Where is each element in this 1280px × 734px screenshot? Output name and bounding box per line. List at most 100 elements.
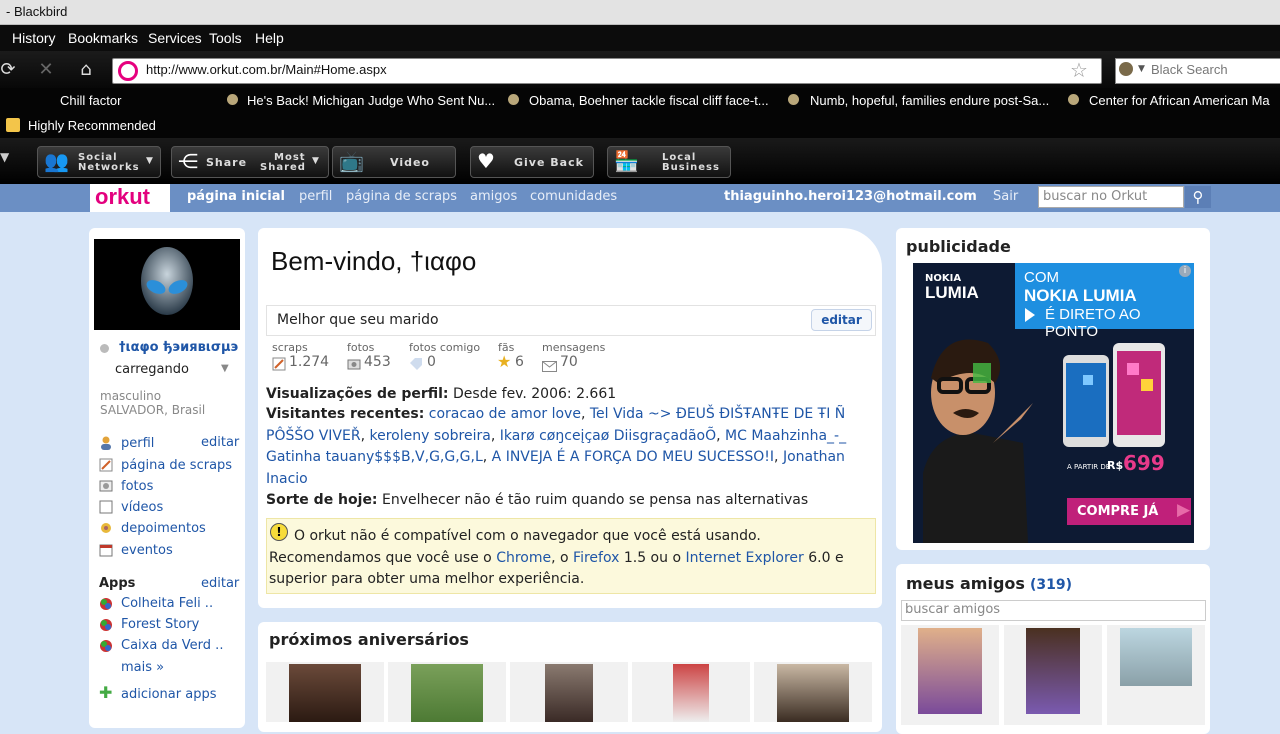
friends-search-input[interactable]: buscar amigos [901, 600, 1206, 621]
ie-link[interactable]: Internet Explorer [685, 550, 803, 566]
menu-bookmarks[interactable]: Bookmarks [68, 30, 138, 46]
ad-price: 699 [1123, 451, 1165, 475]
app-item[interactable]: Colheita Feli .. [121, 596, 213, 611]
stop-icon[interactable]: ✕ [34, 58, 58, 82]
bookmark-item[interactable]: Obama, Boehner tackle fiscal cliff face-… [529, 93, 769, 108]
local-business-button[interactable]: 🏪 Local Business [607, 146, 731, 178]
stat-photos-label: fotos [347, 341, 375, 354]
sidebar-item-profile[interactable]: perfil [121, 436, 154, 451]
social-label-2: Networks [78, 162, 140, 173]
user-email: thiaguinho.heroi123@hotmail.com [724, 189, 977, 204]
stat-messages-value[interactable]: 70 [560, 354, 578, 370]
social-networks-button[interactable]: 👥 Social Networks ▼ [37, 146, 161, 178]
orkut-search-input[interactable]: buscar no Orkut [1038, 186, 1184, 208]
visitor-link[interactable]: coracao de amor love [429, 406, 581, 422]
ad-cta-button[interactable]: COMPRE JÁ ▶ [1067, 498, 1191, 525]
ad-info-icon[interactable]: i [1179, 265, 1191, 277]
bookmark-item[interactable]: He's Back! Michigan Judge Who Sent Nu... [247, 93, 495, 108]
firefox-link[interactable]: Firefox [573, 550, 619, 566]
edit-status-button[interactable]: editar [811, 309, 872, 331]
edit-apps-link[interactable]: editar [201, 576, 239, 591]
friend-card[interactable] [901, 625, 999, 725]
recent-visitors: Visitantes recentes: coracao de amor lov… [266, 406, 847, 487]
birthday-card[interactable] [632, 662, 750, 722]
menu-history[interactable]: History [12, 30, 56, 46]
sidebar-item-videos[interactable]: vídeos [121, 500, 163, 515]
camera-icon [347, 356, 361, 370]
orkut-logo[interactable]: orkut [90, 184, 170, 212]
video-label: Video [390, 156, 430, 169]
birthday-card[interactable] [510, 662, 628, 722]
sidebar-item-scraps[interactable]: página de scraps [121, 458, 232, 473]
share-label: Share [206, 156, 248, 169]
menu-services[interactable]: Services [148, 30, 202, 46]
stat-scraps-value[interactable]: 1.274 [289, 354, 329, 370]
nav-communities[interactable]: comunidades [530, 189, 617, 204]
friend-card[interactable] [1107, 625, 1205, 725]
friend-card[interactable] [1004, 625, 1102, 725]
search-icon[interactable]: ⚲ [1185, 186, 1211, 208]
bookmark-star-icon[interactable]: ☆ [1070, 58, 1088, 82]
nav-friends[interactable]: amigos [470, 189, 517, 204]
reload-icon[interactable]: ⟳ [0, 58, 20, 82]
video-button[interactable]: 📺 Video [332, 146, 456, 178]
birthday-card[interactable] [754, 662, 872, 722]
bookmark-item[interactable]: Chill factor [60, 93, 121, 108]
sidebar-username[interactable]: †ιαφο ђэиявισµэ [119, 340, 238, 355]
apps-title: Apps [99, 576, 136, 591]
site-favicon-icon [118, 61, 138, 81]
home-icon[interactable]: ⌂ [74, 58, 98, 82]
nokia-ad-banner[interactable]: NOKIA LUMIA COM NOKIA LUMIA É DIRETO AO … [913, 263, 1194, 543]
scrap-icon [272, 356, 286, 371]
nav-home[interactable]: página inicial [187, 189, 285, 204]
app-item[interactable]: Caixa da Verd .. [121, 638, 223, 653]
tv-icon: 📺 [339, 149, 364, 173]
sidebar-item-photos[interactable]: fotos [121, 479, 153, 494]
more-apps-link[interactable]: mais » [121, 660, 164, 675]
visitor-link[interactable]: A INVEJA É A FORÇA DO MEU SUCESSO!I [492, 449, 774, 465]
edit-profile-link[interactable]: editar [201, 435, 239, 450]
stat-fans-value[interactable]: 6 [515, 354, 524, 370]
logout-link[interactable]: Sair [993, 189, 1018, 204]
address-bar-url[interactable]: http://www.orkut.com.br/Main#Home.aspx [146, 62, 387, 77]
chevron-down-icon: ▼ [312, 156, 319, 166]
visitor-link[interactable]: Ikarø cøŋceįçaø DiisgraçadãoÕ [500, 428, 716, 444]
alien-avatar-icon [141, 247, 193, 315]
ad-brand-2: LUMIA [925, 283, 979, 302]
visitor-link[interactable]: keroleny sobreira [369, 428, 490, 444]
birthday-avatar [289, 664, 361, 722]
birthday-card[interactable] [388, 662, 506, 722]
app-icon [99, 638, 113, 652]
bookmark-item[interactable]: Center for African American Ma [1089, 93, 1270, 108]
stat-messages-label: mensagens [542, 341, 606, 354]
app-icon [99, 617, 113, 631]
menu-tools[interactable]: Tools [209, 30, 242, 46]
profile-photo[interactable] [94, 239, 240, 330]
status-select[interactable]: carregando [115, 362, 189, 377]
highly-recommended-link[interactable]: Highly Recommended [28, 118, 156, 133]
chevron-down-icon[interactable]: ▼ [0, 150, 9, 164]
friend-avatar [918, 628, 982, 714]
tag-icon [409, 356, 423, 370]
search-engine-icon[interactable] [1119, 62, 1133, 76]
nav-scraps[interactable]: página de scraps [346, 189, 457, 204]
chevron-down-icon[interactable]: ▼ [221, 363, 229, 374]
birthday-card[interactable] [266, 662, 384, 722]
menu-help[interactable]: Help [255, 30, 284, 46]
feed-icon [227, 94, 238, 105]
stat-tagged-value[interactable]: 0 [427, 354, 436, 370]
chrome-link[interactable]: Chrome [496, 550, 551, 566]
give-back-button[interactable]: ♥ Give Back [470, 146, 594, 178]
sidebar-item-testimonials[interactable]: depoimentos [121, 521, 206, 536]
bookmark-item[interactable]: Numb, hopeful, families endure post-Sa..… [810, 93, 1049, 108]
stat-photos-value[interactable]: 453 [364, 354, 391, 370]
share-button[interactable]: ⋲ Share Most Shared ▼ [171, 146, 329, 178]
app-item[interactable]: Forest Story [121, 617, 199, 632]
add-apps-link[interactable]: adicionar apps [121, 687, 216, 702]
sidebar-item-events[interactable]: eventos [121, 543, 173, 558]
chevron-down-icon[interactable]: ▼ [1138, 64, 1145, 74]
nav-profile[interactable]: perfil [299, 189, 332, 204]
gender: masculino [100, 389, 162, 403]
friend-avatar [1120, 628, 1192, 686]
friends-count[interactable]: (319) [1030, 577, 1072, 593]
